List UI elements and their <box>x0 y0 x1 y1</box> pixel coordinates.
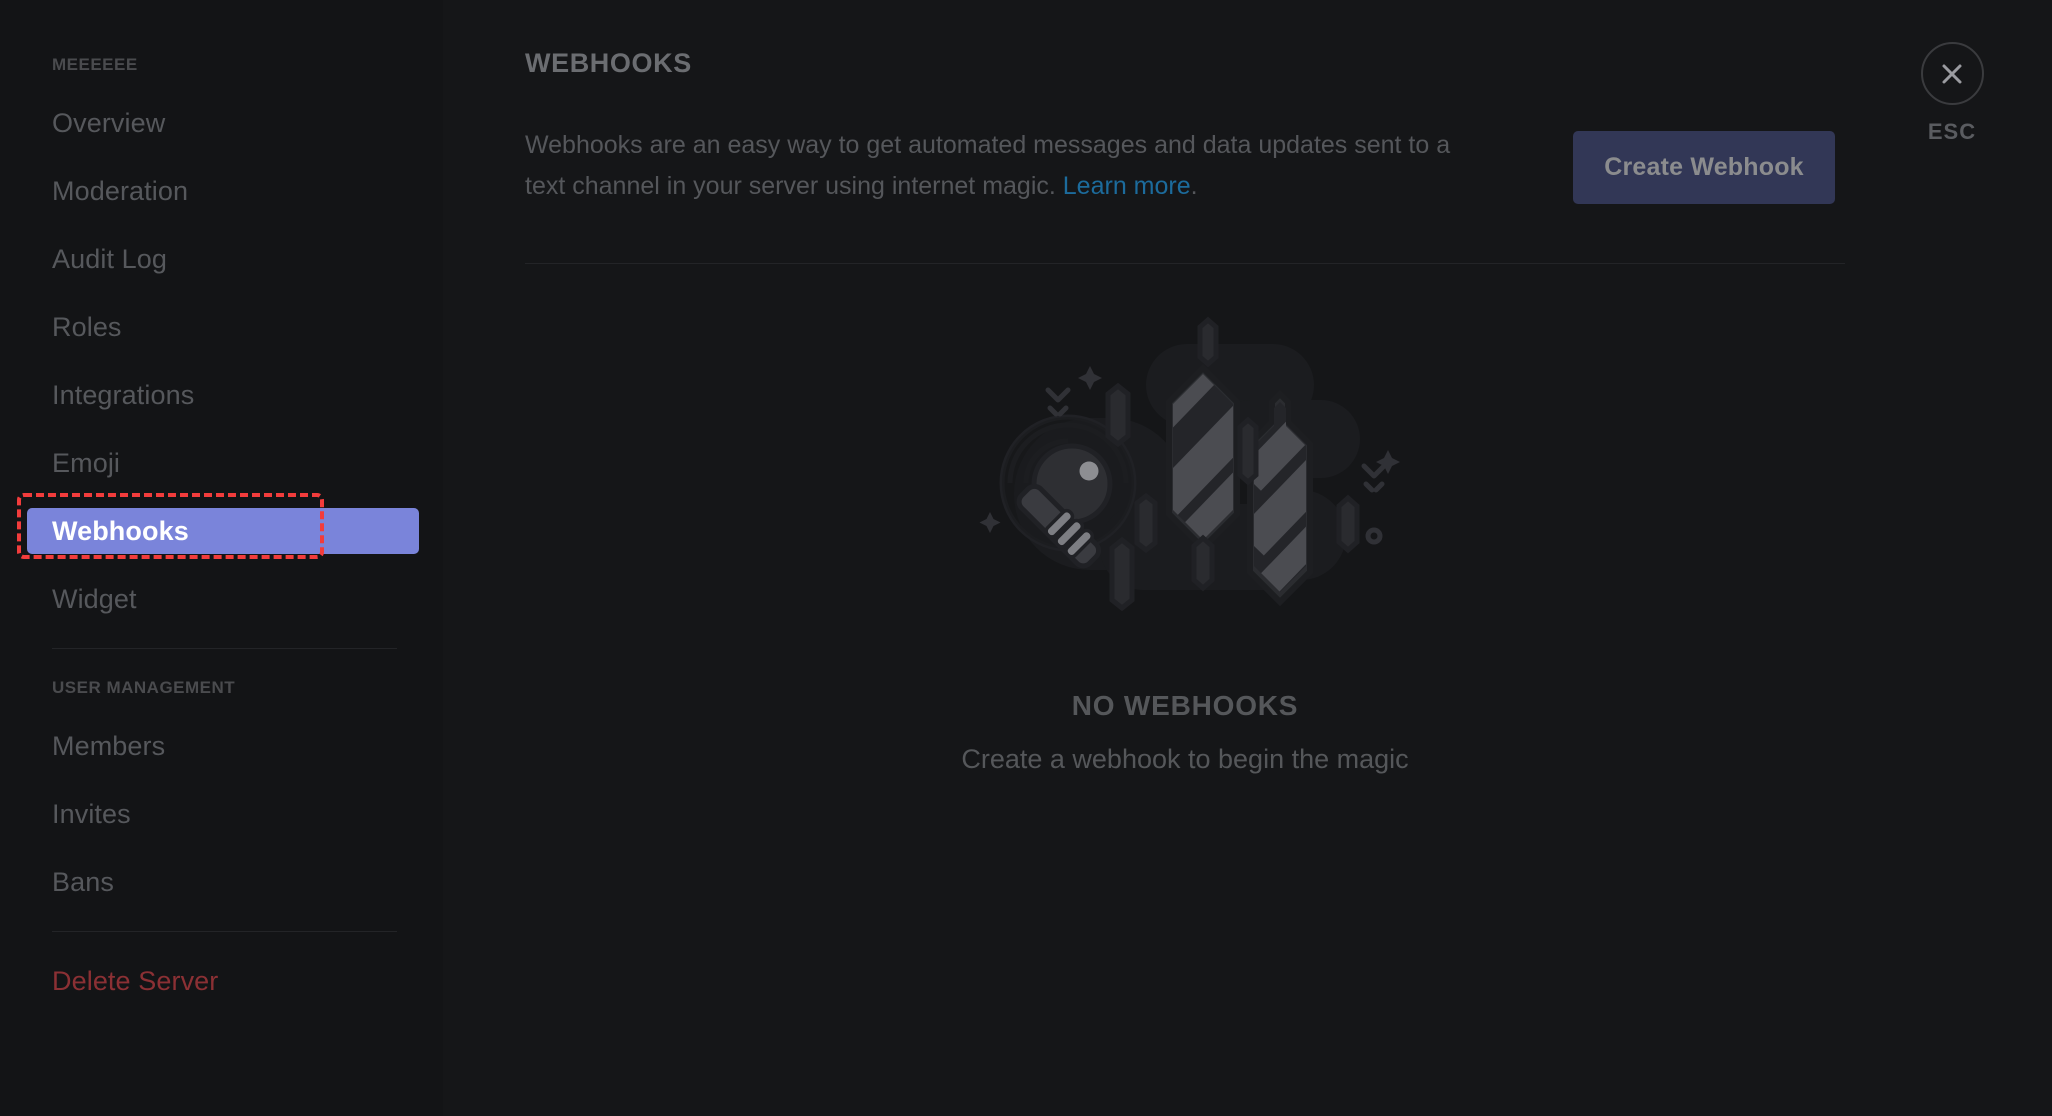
server-name-header: MEEEEEE <box>52 55 138 74</box>
sidebar-divider-2 <box>52 931 397 932</box>
sidebar-divider-1 <box>52 648 397 649</box>
description-text-part2: . <box>1190 172 1198 200</box>
discord-server-settings-window: MEEEEEE Overview Moderation Audit Log Ro… <box>0 0 2052 1116</box>
empty-state-title: NO WEBHOOKS <box>1071 690 1299 721</box>
settings-main-panel: WEBHOOKS Webhooks are an easy way to get… <box>443 0 2052 1116</box>
sidebar-item-label: Audit Log <box>52 243 167 274</box>
sidebar-item-label: Delete Server <box>52 965 219 996</box>
sidebar-item-label: Bans <box>52 866 114 897</box>
webhooks-page: WEBHOOKS Webhooks are an easy way to get… <box>525 48 1845 775</box>
sidebar-item-roles[interactable]: Roles <box>27 304 419 350</box>
sidebar-item-audit-log[interactable]: Audit Log <box>27 236 419 282</box>
empty-state-subtitle: Create a webhook to begin the magic <box>961 744 1409 774</box>
close-settings-button[interactable]: ESC <box>1896 42 2008 145</box>
sidebar-item-delete-server[interactable]: Delete Server <box>27 958 419 1004</box>
sidebar-item-label: Invites <box>52 798 131 829</box>
empty-state: NO WEBHOOKS Create a webhook to begin th… <box>525 308 1845 775</box>
sidebar-item-moderation[interactable]: Moderation <box>27 168 419 214</box>
webhooks-description: Webhooks are an easy way to get automate… <box>525 125 1495 207</box>
page-title: WEBHOOKS <box>525 48 692 78</box>
close-icon-circle[interactable] <box>1920 42 1984 105</box>
sidebar-item-label: Overview <box>52 107 166 138</box>
sidebar-item-invites[interactable]: Invites <box>27 791 419 837</box>
sidebar-item-label: Widget <box>52 583 137 614</box>
description-text-part1: Webhooks are an easy way to get automate… <box>525 131 1451 200</box>
sidebar-item-label: Emoji <box>52 447 121 478</box>
sidebar-item-emoji[interactable]: Emoji <box>27 440 419 486</box>
sidebar-item-label: Roles <box>52 311 122 342</box>
sidebar-item-members[interactable]: Members <box>27 723 419 769</box>
magic-wand-crystals-icon <box>979 316 1400 612</box>
sidebar-item-widget[interactable]: Widget <box>27 576 419 622</box>
sidebar-item-label: Webhooks <box>52 515 189 546</box>
sidebar-item-label: Integrations <box>52 379 195 410</box>
section-divider <box>525 263 1845 264</box>
create-webhook-button[interactable]: Create Webhook <box>1573 131 1835 204</box>
sidebar-item-webhooks[interactable]: Webhooks <box>27 508 419 554</box>
sidebar-item-bans[interactable]: Bans <box>27 859 419 905</box>
close-icon <box>1942 64 1962 83</box>
user-management-header: USER MANAGEMENT <box>52 678 236 697</box>
sidebar-item-label: Moderation <box>52 175 189 206</box>
description-row: Webhooks are an easy way to get automate… <box>525 125 1845 207</box>
sidebar-item-overview[interactable]: Overview <box>27 100 419 146</box>
settings-sidebar: MEEEEEE Overview Moderation Audit Log Ro… <box>0 0 443 1116</box>
learn-more-link[interactable]: Learn more <box>1063 172 1191 200</box>
esc-label: ESC <box>1927 119 1977 144</box>
sidebar-item-integrations[interactable]: Integrations <box>27 372 419 418</box>
sidebar-item-label: Members <box>52 730 166 761</box>
